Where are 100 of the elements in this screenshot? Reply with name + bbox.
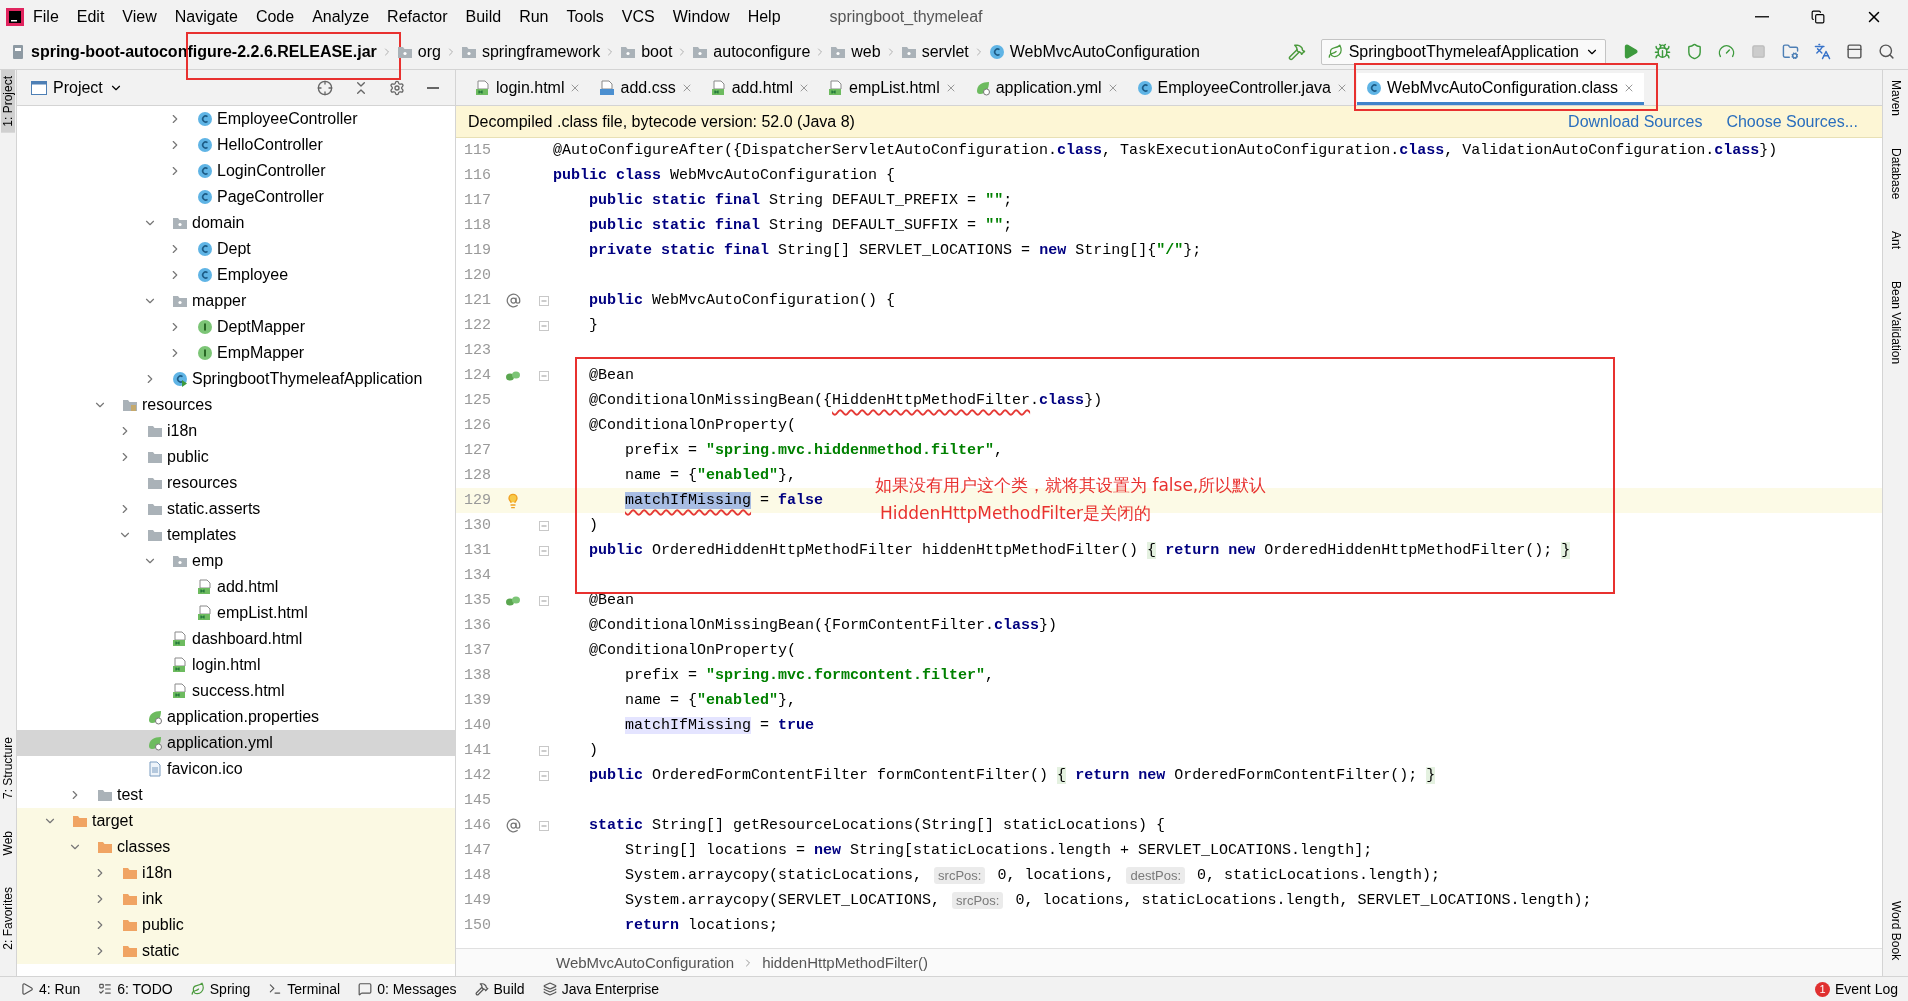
tool-window-button[interactable]: Spring bbox=[190, 981, 251, 997]
navigation-crumb[interactable]: web bbox=[826, 38, 885, 65]
menu-item[interactable]: Help bbox=[738, 4, 790, 30]
menu-item[interactable]: Refactor bbox=[378, 4, 457, 30]
tree-item[interactable]: ink bbox=[17, 886, 455, 912]
tree-item[interactable]: dashboard.html bbox=[17, 626, 455, 652]
menu-item[interactable]: Run bbox=[510, 4, 558, 30]
tree-item[interactable]: EmployeeController bbox=[17, 106, 455, 132]
breadcrumb[interactable]: WebMvcAutoConfiguration bbox=[556, 954, 735, 971]
tree-item[interactable]: i18n bbox=[17, 860, 455, 886]
tool-window-tab[interactable]: Word Book bbox=[1888, 894, 1903, 966]
menu-item[interactable]: Navigate bbox=[165, 4, 247, 30]
editor-tab[interactable]: application.yml bbox=[965, 73, 1128, 105]
tree-item[interactable]: static.asserts bbox=[17, 496, 455, 522]
tree-item[interactable]: public bbox=[17, 912, 455, 938]
tool-window-button[interactable]: 6: TODO bbox=[98, 981, 173, 997]
fold-marker-icon[interactable] bbox=[539, 370, 549, 381]
tree-item[interactable]: domain bbox=[17, 210, 455, 236]
editor-tab[interactable]: add.html bbox=[701, 73, 819, 105]
tool-window-tab[interactable]: 7: Structure bbox=[1, 730, 15, 805]
info-message: Decompiled .class file, bytecode version: 52.0 (Java 8) bbox=[468, 112, 855, 131]
menu-item[interactable]: VCS bbox=[612, 4, 664, 30]
fold-marker-icon[interactable] bbox=[539, 745, 549, 756]
navigation-crumb[interactable]: WebMvcAutoConfiguration bbox=[984, 38, 1204, 65]
run-configuration-dropdown[interactable]: SpringbootThymeleafApplication bbox=[1320, 38, 1606, 65]
tree-item[interactable]: LoginController bbox=[17, 158, 455, 184]
menu-item[interactable]: File bbox=[24, 4, 68, 30]
fold-marker-icon[interactable] bbox=[539, 320, 549, 331]
tree-item[interactable]: application.properties bbox=[17, 704, 455, 730]
lightbulb-icon[interactable] bbox=[505, 492, 521, 509]
menu-item[interactable]: Window bbox=[663, 4, 739, 30]
tree-item[interactable]: add.html bbox=[17, 574, 455, 600]
tool-window-tab[interactable]: Bean Validation bbox=[1888, 275, 1903, 371]
navigation-crumb[interactable]: servlet bbox=[896, 38, 973, 65]
tree-item[interactable]: mapper bbox=[17, 288, 455, 314]
fold-marker-icon[interactable] bbox=[539, 820, 549, 831]
editor-tab[interactable]: add.css bbox=[590, 73, 702, 105]
editor-tab[interactable]: login.html bbox=[466, 73, 591, 105]
menu-item[interactable]: Analyze bbox=[303, 4, 379, 30]
tree-item[interactable]: emp bbox=[17, 548, 455, 574]
tool-window-button[interactable]: Terminal bbox=[268, 981, 341, 997]
navigation-crumb[interactable]: boot bbox=[616, 38, 677, 65]
tool-window-tab[interactable]: 2: Favorites bbox=[1, 881, 15, 956]
tool-window-button[interactable]: 4: Run bbox=[20, 981, 81, 997]
tree-item[interactable]: resources bbox=[17, 470, 455, 496]
tree-item[interactable]: templates bbox=[17, 522, 455, 548]
menu-item[interactable]: Build bbox=[456, 4, 511, 30]
tool-window-button[interactable]: Java Enterprise bbox=[542, 981, 659, 997]
file-icon bbox=[147, 761, 163, 777]
tool-window-button[interactable]: 0: Messages bbox=[358, 981, 457, 997]
tree-item[interactable]: resources bbox=[17, 392, 455, 418]
tree-item[interactable]: classes bbox=[17, 834, 455, 860]
override-marker-icon[interactable] bbox=[505, 293, 521, 308]
breadcrumb[interactable]: hiddenHttpMethodFilter() bbox=[762, 954, 929, 971]
fold-marker-icon[interactable] bbox=[539, 295, 549, 306]
tree-item[interactable]: empList.html bbox=[17, 600, 455, 626]
tree-item[interactable]: SpringbootThymeleafApplication bbox=[17, 366, 455, 392]
fold-marker-icon[interactable] bbox=[539, 545, 549, 556]
navigation-crumb[interactable]: springframework bbox=[456, 38, 605, 65]
navigation-crumb[interactable]: autoconfigure bbox=[688, 38, 815, 65]
menu-item[interactable]: Edit bbox=[67, 4, 114, 30]
fold-marker-icon[interactable] bbox=[539, 770, 549, 781]
tree-item[interactable]: HelloController bbox=[17, 132, 455, 158]
tree-item[interactable]: DeptMapper bbox=[17, 314, 455, 340]
fold-marker-icon[interactable] bbox=[539, 595, 549, 606]
menu-item[interactable]: View bbox=[113, 4, 166, 30]
tool-window-tab[interactable]: 1: Project bbox=[1, 70, 15, 133]
project-view-dropdown[interactable]: Project bbox=[25, 74, 129, 101]
tree-item[interactable]: success.html bbox=[17, 678, 455, 704]
tool-window-tab[interactable]: Web bbox=[1, 824, 15, 862]
tool-window-tab[interactable]: Ant bbox=[1888, 225, 1903, 256]
tree-item[interactable]: Employee bbox=[17, 262, 455, 288]
editor-tab[interactable]: WebMvcAutoConfiguration.class bbox=[1356, 73, 1644, 105]
editor-tab[interactable]: EmployeeController.java bbox=[1127, 73, 1357, 105]
info-link[interactable]: Choose Sources... bbox=[1726, 112, 1858, 131]
menu-item[interactable]: Tools bbox=[557, 4, 613, 30]
editor-tab[interactable]: empList.html bbox=[819, 73, 966, 105]
tool-window-tab[interactable]: Database bbox=[1888, 142, 1903, 206]
tree-item[interactable]: test bbox=[17, 782, 455, 808]
override-marker-icon[interactable] bbox=[505, 818, 521, 833]
tree-item[interactable]: static bbox=[17, 938, 455, 964]
tree-item[interactable]: favicon.ico bbox=[17, 756, 455, 782]
tree-item[interactable]: Dept bbox=[17, 236, 455, 262]
menu-item[interactable]: Code bbox=[246, 4, 304, 30]
tree-item[interactable]: login.html bbox=[17, 652, 455, 678]
event-log-button[interactable]: Event Log bbox=[1834, 981, 1898, 997]
fold-marker-icon[interactable] bbox=[539, 520, 549, 531]
tree-item[interactable]: public bbox=[17, 444, 455, 470]
tool-window-tab[interactable]: Maven bbox=[1888, 74, 1903, 123]
tree-item[interactable]: PageController bbox=[17, 184, 455, 210]
line-number: 141 bbox=[463, 742, 491, 759]
info-link[interactable]: Download Sources bbox=[1568, 112, 1703, 131]
html-file-icon bbox=[172, 683, 188, 699]
tool-window-button[interactable]: Build bbox=[474, 981, 525, 997]
tree-item[interactable]: EmpMapper bbox=[17, 340, 455, 366]
tree-item[interactable]: i18n bbox=[17, 418, 455, 444]
navigation-crumb[interactable]: org bbox=[392, 38, 445, 65]
package-folder-icon bbox=[172, 215, 188, 231]
tree-item[interactable]: target bbox=[17, 808, 455, 834]
tree-item[interactable]: application.yml bbox=[17, 730, 455, 756]
